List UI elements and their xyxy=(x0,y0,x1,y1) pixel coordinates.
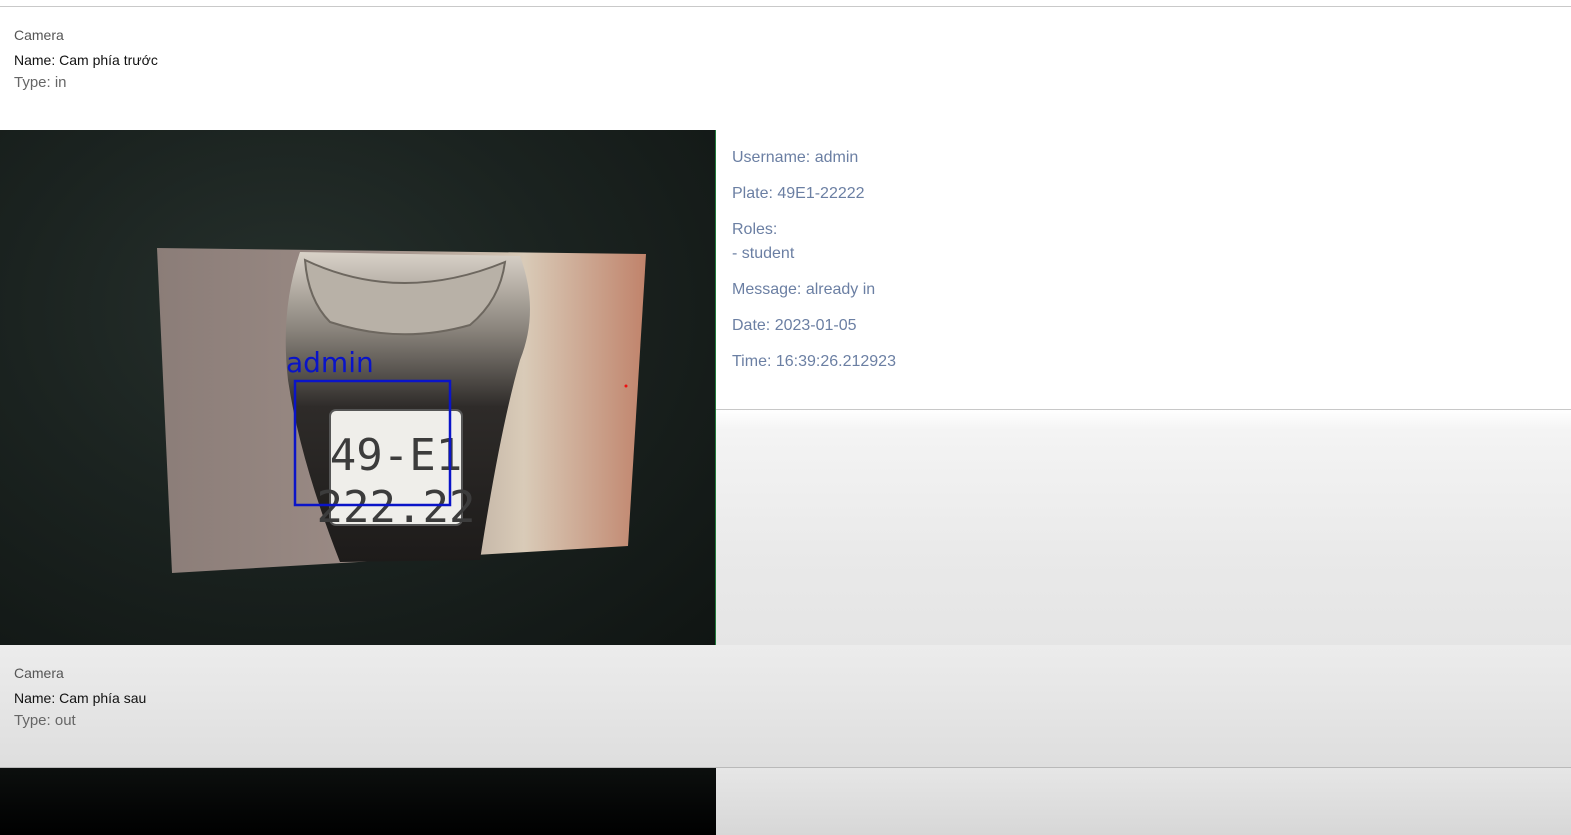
plate-line-1: 49-E1 xyxy=(330,430,462,481)
camera-section-label: Camera xyxy=(14,27,64,43)
detection-info-panel: Username: admin Plate: 49E1-22222 Roles:… xyxy=(716,130,1571,410)
camera-feed-front: 49-E1 222.22 admin xyxy=(0,130,716,645)
camera-name: Name: Cam phía trước xyxy=(14,52,158,68)
camera-name: Name: Cam phía sau xyxy=(14,690,147,706)
red-dot xyxy=(624,384,628,388)
role-item: - student xyxy=(732,245,795,262)
camera-section-label: Camera xyxy=(14,665,64,681)
roles-label: Roles: xyxy=(732,221,778,238)
date-text: Date: 2023-01-05 xyxy=(732,317,857,334)
detection-info-panel-rear xyxy=(716,768,1571,835)
detection-label: admin xyxy=(286,346,374,379)
plate-text: Plate: 49E1-22222 xyxy=(732,185,865,202)
camera-feed-rear xyxy=(0,768,716,835)
camera-monitor-page: Camera Name: Cam phía trước Type: in 49-… xyxy=(0,0,1571,835)
message-text: Message: already in xyxy=(732,281,876,298)
camera-type: Type: out xyxy=(14,712,76,729)
plate-line-2: 222.22 xyxy=(317,482,476,533)
time-text: Time: 16:39:26.212923 xyxy=(732,353,896,370)
camera-feed-image: 49-E1 222.22 admin xyxy=(157,248,646,573)
username-text: Username: admin xyxy=(732,149,859,166)
camera-header-front: Camera Name: Cam phía trước Type: in xyxy=(0,7,1571,130)
camera-header-rear: Camera Name: Cam phía sau Type: out xyxy=(0,645,1571,768)
camera-type: Type: in xyxy=(14,74,67,91)
